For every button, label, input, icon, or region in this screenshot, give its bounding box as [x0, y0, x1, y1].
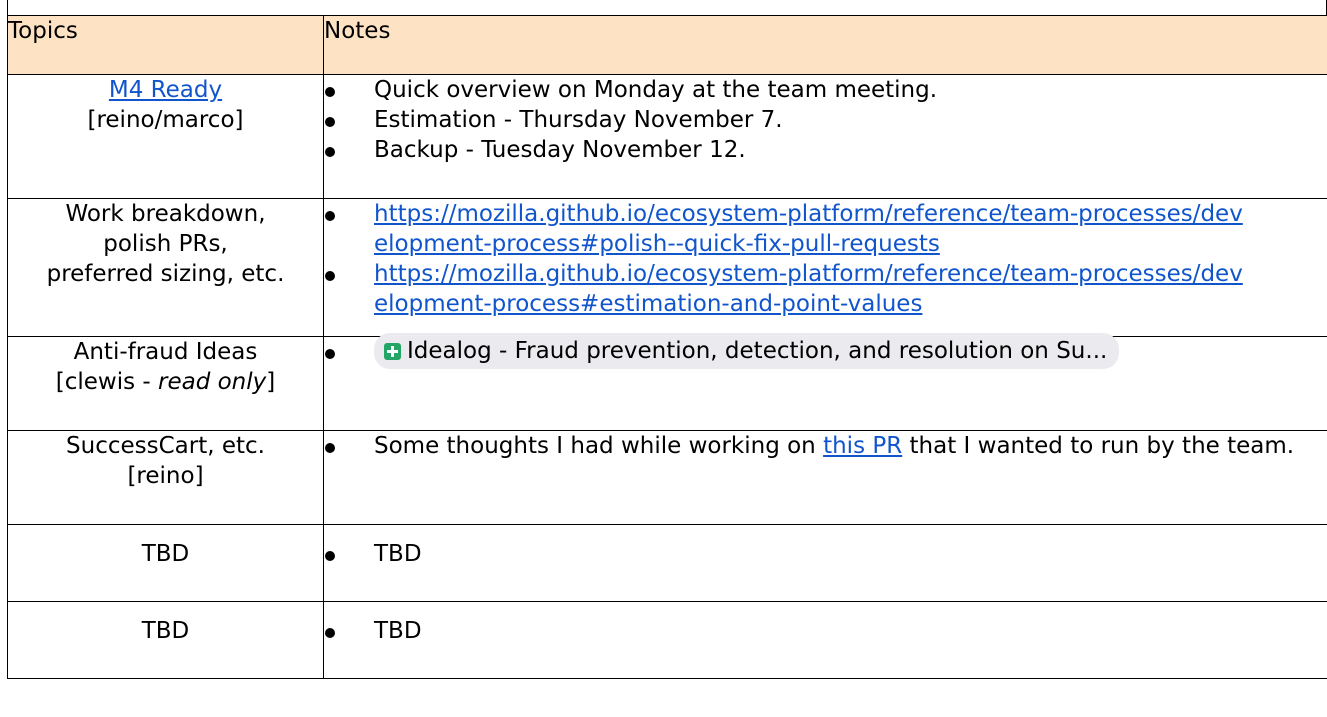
topic-line: Anti-fraud Ideas — [73, 339, 258, 365]
note-text: that I wanted to run by the team. — [902, 433, 1295, 459]
polish-prs-doc-link[interactable]: https://mozilla.github.io/ecosystem-plat… — [374, 199, 1254, 259]
table-row: SuccessCart, etc. [reino] Some thoughts … — [7, 430, 1327, 525]
google-sheets-icon — [384, 342, 401, 360]
list-item: Backup - Tuesday November 12. — [324, 135, 1327, 165]
topic-cell: SuccessCart, etc. [reino] — [7, 430, 324, 525]
notes-list: Idealog - Fraud prevention, detection, a… — [324, 333, 1327, 369]
topic-cell: Work breakdown, polish PRs, preferred si… — [7, 198, 324, 337]
topic-owner: [reino] — [127, 463, 204, 489]
read-only-note: read only — [158, 369, 267, 395]
table-row: TBD TBD — [7, 524, 1327, 602]
m4-ready-link[interactable]: M4 Ready — [8, 75, 323, 105]
notes-cell: TBD — [323, 524, 1327, 602]
list-item: https://mozilla.github.io/ecosystem-plat… — [324, 259, 1327, 319]
notes-list: https://mozilla.github.io/ecosystem-plat… — [324, 199, 1327, 319]
table-row: TBD TBD — [7, 601, 1327, 679]
list-item: https://mozilla.github.io/ecosystem-plat… — [324, 199, 1327, 259]
topic-owner-suffix: ] — [266, 369, 276, 395]
list-item: Quick overview on Monday at the team mee… — [324, 75, 1327, 105]
notes-list: TBD — [324, 539, 1327, 569]
topic-cell: M4 Ready [reino/marco] — [7, 74, 324, 199]
topic-cell: TBD — [7, 524, 324, 602]
topics-column-header: Topics — [7, 15, 324, 75]
idealog-smart-chip[interactable]: Idealog - Fraud prevention, detection, a… — [374, 333, 1120, 369]
notes-list: Some thoughts I had while working on thi… — [324, 431, 1327, 461]
topic-cell: Anti-fraud Ideas [clewis - read only] — [7, 336, 324, 431]
table-row: M4 Ready [reino/marco] Quick overview on… — [7, 74, 1327, 199]
topic-line: SuccessCart, etc. — [66, 433, 265, 459]
notes-cell: Quick overview on Monday at the team mee… — [323, 74, 1327, 199]
list-item: Estimation - Thursday November 7. — [324, 105, 1327, 135]
notes-column-header: Notes — [323, 15, 1327, 75]
notes-cell: Idealog - Fraud prevention, detection, a… — [323, 333, 1327, 431]
topic-cell: TBD — [7, 601, 324, 679]
table-row: Work breakdown, polish PRs, preferred si… — [7, 198, 1327, 337]
table-top-left-border — [7, 0, 8, 16]
topic-owner: [clewis - read only] — [8, 367, 323, 397]
list-item: Idealog - Fraud prevention, detection, a… — [324, 333, 1327, 369]
topic-line: preferred sizing, etc. — [46, 261, 285, 287]
list-item: TBD — [324, 539, 1327, 569]
list-item: Some thoughts I had while working on thi… — [324, 431, 1327, 461]
topic-owner: [reino/marco] — [87, 107, 244, 133]
topic-line: Work breakdown, — [65, 201, 266, 227]
notes-cell: TBD — [323, 601, 1327, 679]
table-header-row: Topics Notes — [7, 15, 1327, 75]
notes-cell: Some thoughts I had while working on thi… — [323, 430, 1327, 525]
topic-owner-prefix: [clewis - — [55, 369, 158, 395]
note-text: Some thoughts I had while working on — [374, 433, 824, 459]
notes-list: Quick overview on Monday at the team mee… — [324, 75, 1327, 165]
table-row: Anti-fraud Ideas [clewis - read only] Id… — [7, 333, 1327, 431]
topic-line: polish PRs, — [103, 231, 228, 257]
chip-label: Idealog - Fraud prevention, detection, a… — [407, 338, 1108, 364]
notes-list: TBD — [324, 616, 1327, 646]
estimation-doc-link[interactable]: https://mozilla.github.io/ecosystem-plat… — [374, 259, 1254, 319]
meeting-agenda-table: Topics Notes M4 Ready [reino/marco] Quic… — [7, 15, 1327, 679]
notes-cell: https://mozilla.github.io/ecosystem-plat… — [323, 198, 1327, 337]
this-pr-link[interactable]: this PR — [823, 433, 902, 459]
list-item: TBD — [324, 616, 1327, 646]
